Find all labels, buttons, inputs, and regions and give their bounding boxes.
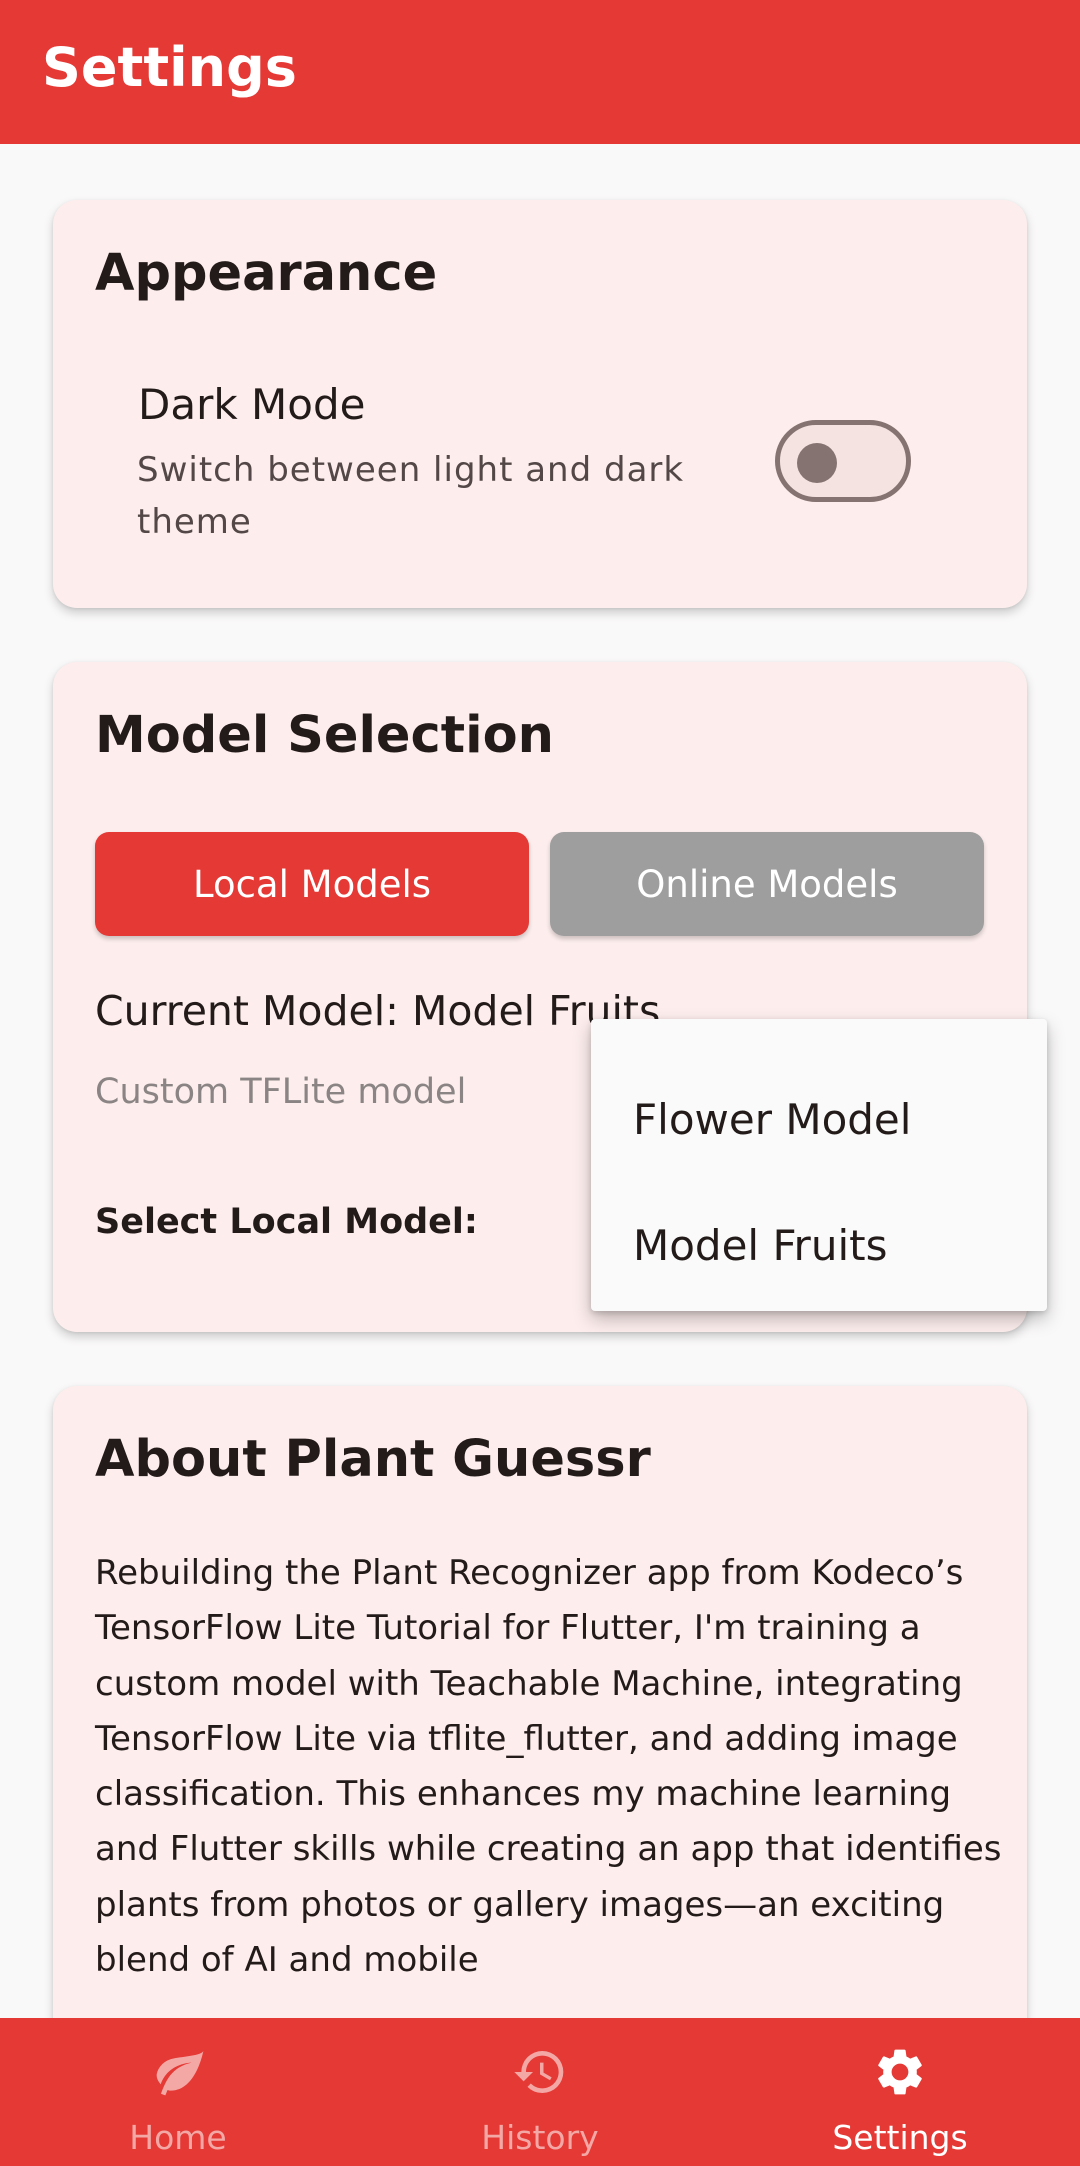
dark-mode-toggle[interactable] bbox=[775, 420, 911, 502]
toggle-knob bbox=[797, 443, 837, 483]
about-description: Rebuilding the Plant Recognizer app from… bbox=[95, 1553, 1002, 1981]
nav-item-settings[interactable]: Settings bbox=[720, 2018, 1080, 2166]
nav-item-history[interactable]: History bbox=[360, 2018, 720, 2166]
current-model-label: Current Model: Model Fruits bbox=[95, 987, 661, 1035]
bottom-navigation-bar: Home History Settings bbox=[0, 2018, 1080, 2166]
app-bar: Settings bbox=[0, 0, 1080, 144]
model-dropdown-menu: Flower Model Model Fruits bbox=[591, 1019, 1047, 1311]
nav-label-settings: Settings bbox=[832, 2118, 968, 2157]
nav-label-history: History bbox=[481, 2118, 599, 2157]
dark-mode-subtitle: Switch between light and dark theme bbox=[137, 450, 685, 542]
appearance-card: Appearance Dark Mode Switch between ligh… bbox=[53, 200, 1027, 608]
dark-mode-title: Dark Mode bbox=[138, 380, 366, 429]
gear-icon bbox=[878, 2049, 922, 2095]
leaf-icon bbox=[156, 2051, 204, 2096]
local-models-button[interactable]: Local Models bbox=[95, 832, 529, 936]
online-models-button[interactable]: Online Models bbox=[550, 832, 984, 936]
appearance-title: Appearance bbox=[95, 244, 438, 303]
page-title: Settings bbox=[42, 36, 297, 99]
model-description: Custom TFLite model bbox=[95, 1072, 467, 1112]
nav-label-home: Home bbox=[129, 2118, 227, 2157]
history-icon bbox=[514, 2051, 564, 2093]
about-title: About Plant Guessr bbox=[95, 1430, 651, 1489]
dropdown-option-model-fruits[interactable]: Model Fruits bbox=[633, 1205, 1033, 1285]
dropdown-option-flower-model[interactable]: Flower Model bbox=[633, 1079, 1033, 1159]
nav-item-home[interactable]: Home bbox=[0, 2018, 360, 2166]
model-selection-title: Model Selection bbox=[95, 706, 554, 765]
select-local-model-label: Select Local Model: bbox=[95, 1202, 478, 1242]
